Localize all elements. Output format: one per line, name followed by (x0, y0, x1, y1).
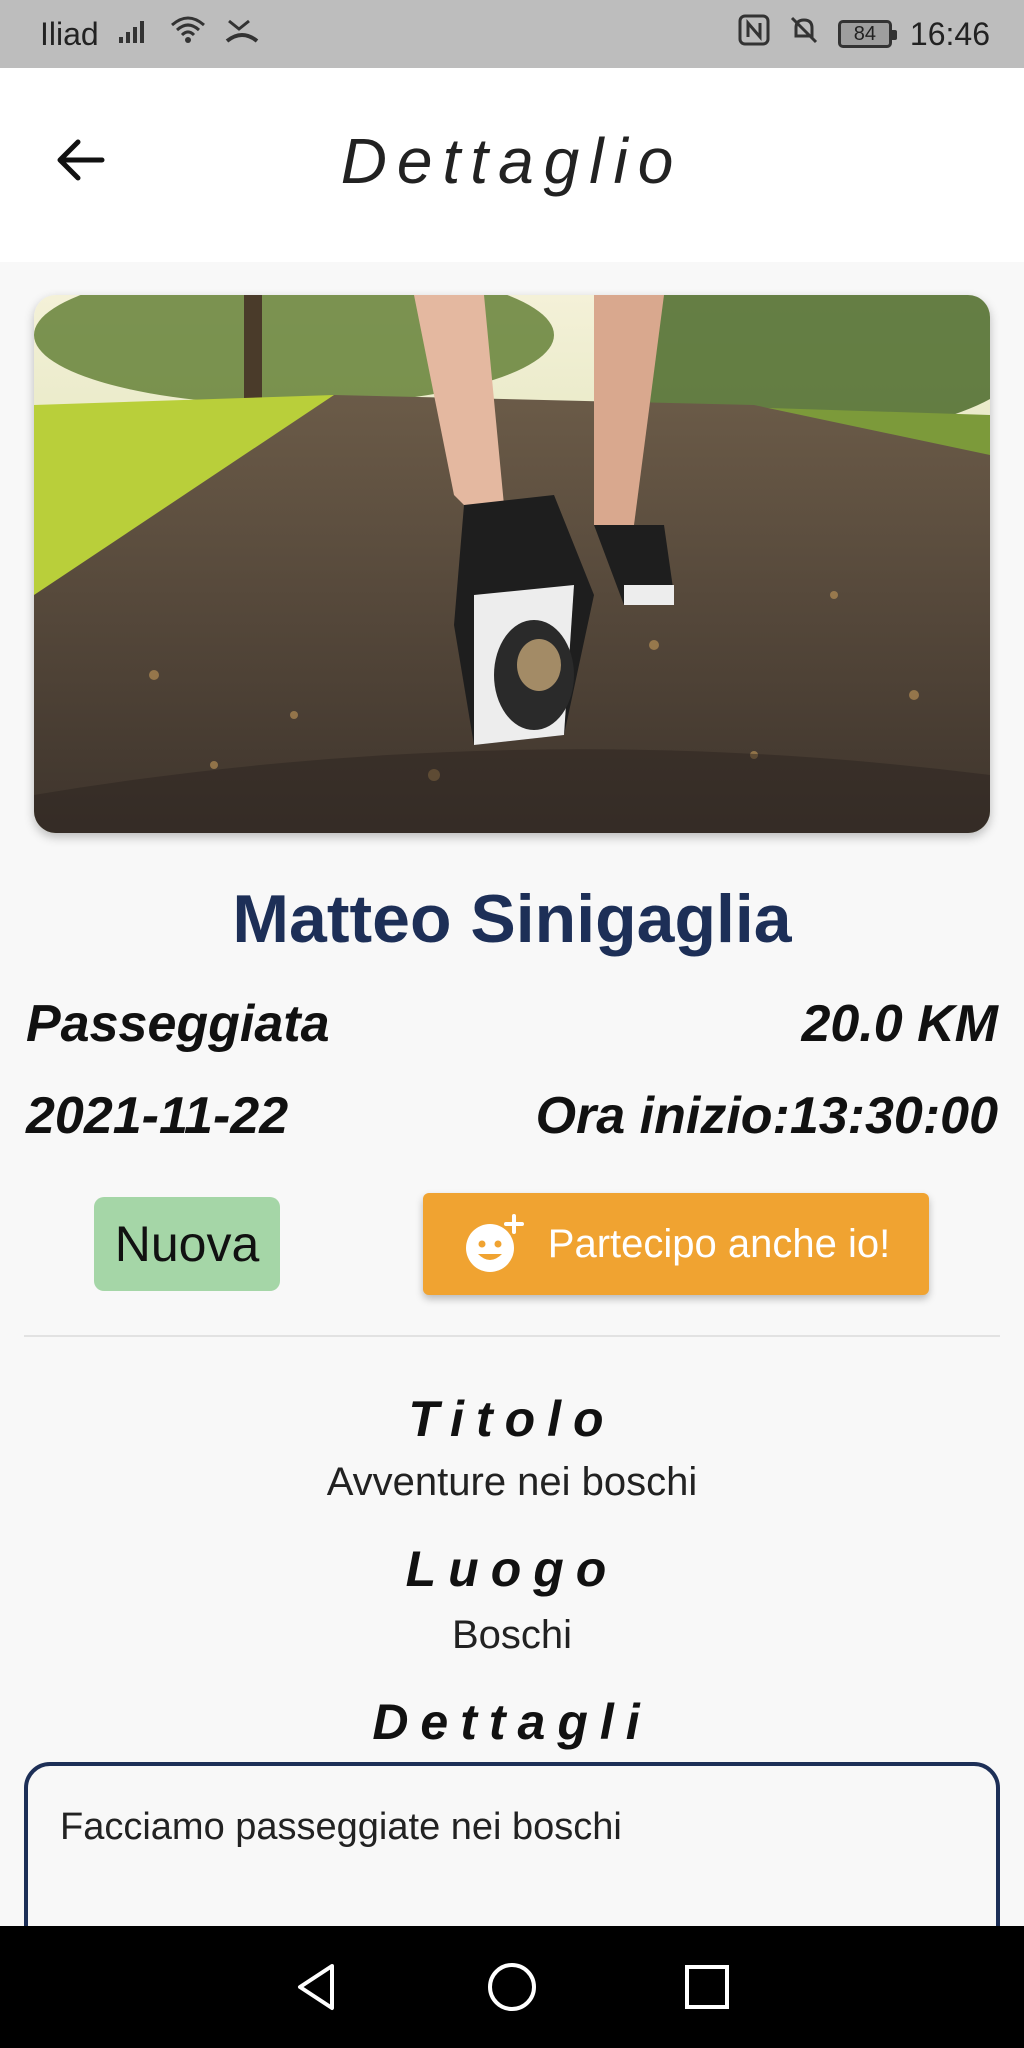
details-label: Dettagli (372, 1694, 652, 1750)
organizer-name: Matteo Sinigaglia (232, 881, 792, 957)
wifi-icon (169, 15, 207, 53)
date-time-row: 2021-11-22 Ora inizio:13:30:00 (26, 1086, 998, 1146)
status-bar-left: Iliad (40, 15, 259, 53)
status-bar-right: 84 16:46 (738, 14, 990, 54)
add-emoji-icon (465, 1214, 524, 1272)
type-distance-row: Passeggiata 20.0 KM (26, 994, 998, 1054)
details-text: Facciamo passeggiate nei boschi (60, 1806, 622, 1848)
battery-indicator: 84 (837, 20, 897, 48)
place-label: Luogo (405, 1541, 619, 1597)
carrier-name: Iliad (40, 15, 99, 52)
system-nav-bar (0, 1926, 1024, 2048)
activity-type: Passeggiata (26, 995, 330, 1053)
nfc-icon (738, 14, 770, 54)
title-value: Avventure nei boschi (326, 1460, 698, 1504)
nav-recent-button[interactable] (677, 1957, 737, 2017)
circle-home-icon (487, 1963, 536, 2011)
join-button[interactable]: Partecipo anche io! (423, 1193, 929, 1295)
app-bar: Dettaglio (0, 68, 1024, 262)
status-bar: Iliad 84 16:46 (0, 0, 1024, 68)
event-date: 2021-11-22 (26, 1087, 289, 1145)
start-time: Ora inizio:13:30:00 (535, 1087, 998, 1145)
event-image (34, 295, 990, 833)
divider (24, 1335, 1000, 1337)
distance: 20.0 KM (801, 995, 998, 1053)
status-badge: Nuova (94, 1197, 280, 1291)
place-value: Boschi (451, 1613, 573, 1657)
join-button-label: Partecipo anche io! (547, 1221, 891, 1266)
page-title: Dettaglio (340, 125, 684, 197)
triangle-back-icon (298, 1964, 335, 2010)
square-recent-icon (684, 1965, 729, 2009)
signal-icon (117, 16, 151, 53)
nav-back-button[interactable] (287, 1957, 347, 2017)
title-label: Titolo (408, 1391, 616, 1447)
mute-bell-icon (788, 14, 820, 54)
nav-home-button[interactable] (482, 1957, 542, 2017)
missed-call-icon (225, 15, 259, 53)
clock: 16:46 (909, 15, 990, 52)
